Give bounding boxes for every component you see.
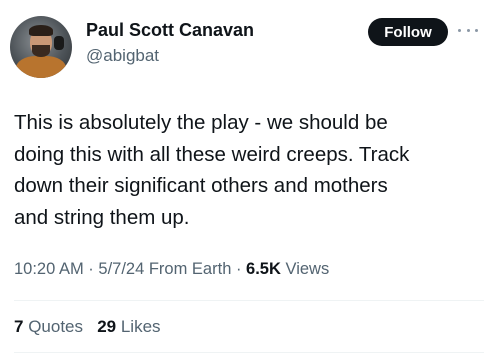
views-count[interactable]: 6.5K xyxy=(246,260,281,278)
avatar-microphone xyxy=(54,36,64,50)
meta-separator: · xyxy=(83,260,99,278)
tweet-stats: 7 Quotes 29 Likes xyxy=(14,317,161,337)
meta-separator: · xyxy=(231,260,247,278)
quotes-stat[interactable]: 7 Quotes xyxy=(14,317,83,336)
avatar-beard xyxy=(32,45,50,57)
avatar-shirt xyxy=(16,56,66,78)
tweet-card: Paul Scott Canavan @abigbat Follow This … xyxy=(0,0,498,360)
tweet-date[interactable]: 5/7/24 xyxy=(98,260,144,278)
more-dot xyxy=(458,28,461,32)
avatar[interactable] xyxy=(10,16,72,78)
quotes-label: Quotes xyxy=(23,317,84,336)
more-dot xyxy=(466,28,470,32)
tweet-source: From Earth xyxy=(144,260,232,278)
divider xyxy=(14,300,484,301)
likes-count: 29 xyxy=(97,317,117,336)
likes-stat[interactable]: 29 Likes xyxy=(97,317,160,336)
more-dot xyxy=(475,28,478,32)
divider xyxy=(14,352,484,353)
avatar-hair xyxy=(29,25,53,36)
tweet-text: This is absolutely the play - we should … xyxy=(14,111,410,229)
tweet-time[interactable]: 10:20 AM xyxy=(14,260,84,278)
author-name[interactable]: Paul Scott Canavan xyxy=(86,20,254,41)
likes-label: Likes xyxy=(116,317,161,336)
tweet-meta: 10:20 AM · 5/7/24 From Earth · 6.5K View… xyxy=(14,260,329,279)
author-handle[interactable]: @abigbat xyxy=(86,46,159,66)
more-horizontal-icon[interactable] xyxy=(458,22,478,38)
follow-button[interactable]: Follow xyxy=(368,18,448,46)
views-label[interactable]: Views xyxy=(281,260,329,278)
